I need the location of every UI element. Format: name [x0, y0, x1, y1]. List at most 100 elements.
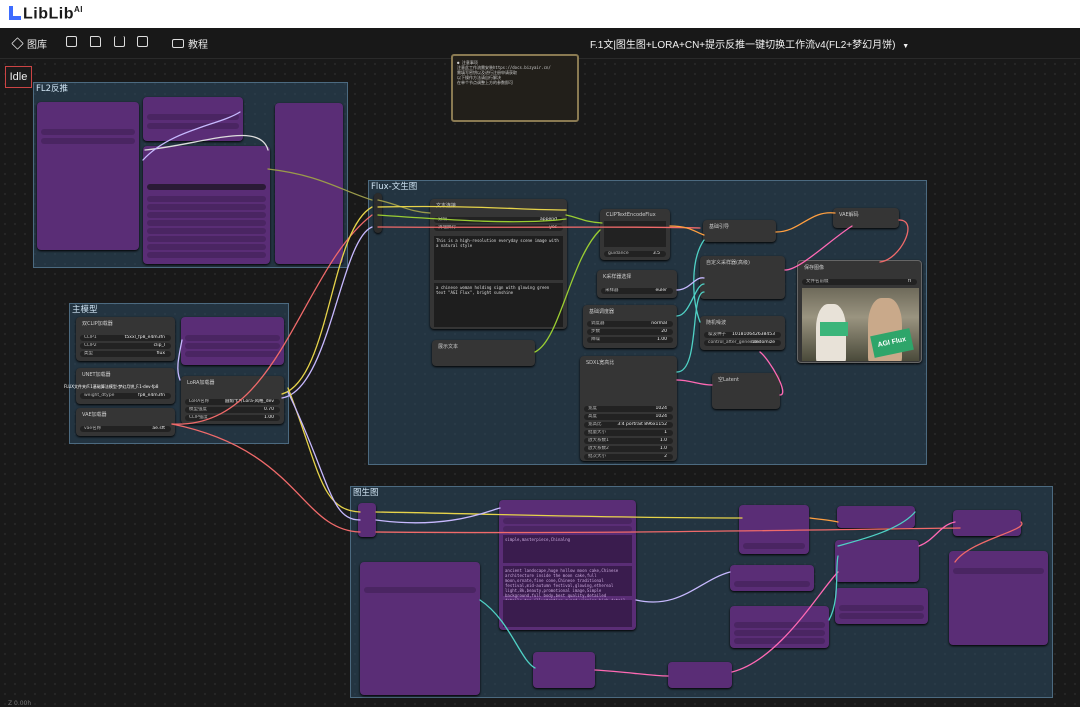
- param-value[interactable]: 0.70: [264, 407, 274, 413]
- i2i-vae-decode-node[interactable]: [953, 510, 1021, 536]
- param-value[interactable]: randomize: [751, 340, 775, 346]
- param-value[interactable]: ae.sft: [152, 426, 165, 432]
- param-label: guidance: [608, 251, 629, 256]
- param-value[interactable]: 圆角卡片Lora-风格_dev: [225, 399, 274, 405]
- i2i-textarea[interactable]: simple,masterpiece,Chinalng: [503, 535, 632, 563]
- i2i-scale-node[interactable]: [668, 662, 732, 688]
- fl2-caption-node[interactable]: [143, 146, 270, 264]
- node-title: 空Latent: [718, 377, 740, 383]
- param-value[interactable]: t5xxl_fp8_e4m3fn: [125, 335, 165, 341]
- param-value[interactable]: 1.0: [660, 438, 667, 444]
- prompt-textarea[interactable]: a chinese woman holding sign with glowin…: [434, 283, 563, 327]
- param-label: 降噪: [591, 337, 600, 342]
- open-folder-button[interactable]: [90, 36, 101, 47]
- fl2-load-image-node[interactable]: [37, 102, 139, 250]
- param-value[interactable]: 3.5: [653, 251, 660, 257]
- param-value[interactable]: yes: [549, 225, 557, 231]
- i2i-save-image-node[interactable]: [949, 551, 1048, 645]
- chevron-down-icon: ▼: [902, 43, 910, 50]
- node-title: CLIPTextEncodeFlux: [606, 212, 656, 218]
- i2i-vae-encode-node[interactable]: [533, 652, 595, 688]
- gallery-button[interactable]: 图库: [11, 36, 47, 51]
- tutorial-button[interactable]: 教程: [172, 36, 208, 51]
- workflow-title-dropdown[interactable]: F.1文|图生图+LORA+CN+提示反推一键切换工作流v4(FL2+梦幻月饼)…: [590, 36, 909, 51]
- sdxl-resolution-node[interactable]: SDXL宽高比 宽度 1024 高度 1024 宽高比 3:4 portrait 89…: [580, 356, 677, 461]
- vae-loader-node[interactable]: VAE加载器 vae名称 ae.sft: [76, 408, 175, 436]
- basic-guider-node[interactable]: 基础引导: [703, 220, 776, 242]
- i2i-ksampler-select-node[interactable]: [730, 565, 814, 591]
- param-value[interactable]: 1.00: [264, 415, 274, 421]
- param-value[interactable]: euler: [656, 288, 668, 294]
- empty-latent-node[interactable]: 空Latent: [712, 373, 780, 409]
- i2i-textarea[interactable]: [503, 600, 632, 627]
- param-value[interactable]: 101810642638453: [732, 332, 775, 338]
- param-value[interactable]: clip_l: [154, 343, 165, 349]
- param-value[interactable]: 1.0: [660, 446, 667, 452]
- param-label: 高度: [588, 414, 597, 419]
- note-node[interactable]: ● 注意事项 注意此工作流需安装https://docs.bizyair.cn/…: [451, 54, 579, 122]
- i2i-guider-node[interactable]: [837, 506, 915, 528]
- dual-clip-loader-node[interactable]: 双CLIP加载器 CLIP1 t5xxl_fp8_e4m3fn CLIP2 clip…: [76, 317, 175, 361]
- param-label: 噪波种子: [708, 332, 726, 337]
- param-value[interactable]: fl: [908, 279, 911, 285]
- show-text-node[interactable]: 展示文本: [432, 340, 535, 366]
- generated-image-preview[interactable]: AGI Flux: [802, 288, 919, 361]
- tutorial-label: 教程: [188, 40, 208, 51]
- unet-name-value[interactable]: FLUX文件夹/F.1基础算法模型-梦幻月饼_F.1-dev-fp8: [64, 384, 158, 389]
- param-value[interactable]: 20: [661, 329, 667, 335]
- i2i-noise-node[interactable]: [835, 588, 928, 624]
- new-file-icon: [66, 36, 77, 47]
- new-workflow-button[interactable]: [66, 36, 77, 47]
- liblib-logo[interactable]: LibLibAI: [9, 5, 83, 23]
- save-image-node[interactable]: 保存图像 文件名前缀 fl AGI Flux: [797, 260, 922, 363]
- i2i-sampler-node[interactable]: [835, 540, 919, 582]
- folder-icon: [90, 36, 101, 47]
- node-title: VAE加载器: [82, 412, 107, 418]
- param-value[interactable]: 1.00: [657, 337, 667, 343]
- i2i-clip-encode-node[interactable]: [739, 505, 809, 554]
- i2i-text-concat-node[interactable]: simple,masterpiece,Chinalng ancient land…: [499, 500, 636, 630]
- i2i-load-image-node[interactable]: [360, 562, 480, 695]
- custom-sampler-advanced-node[interactable]: 自定义采样器(高级): [700, 256, 785, 299]
- param-value[interactable]: 1024: [656, 406, 667, 412]
- param-label: 批量大小: [588, 430, 606, 435]
- param-label: vae名称: [84, 426, 102, 431]
- i2i-textarea[interactable]: ancient landscape,huge hollow moon cake,…: [503, 566, 632, 603]
- vae-decode-node[interactable]: VAE解码: [833, 208, 899, 228]
- param-value[interactable]: append: [540, 217, 557, 223]
- fl2-model-node[interactable]: [143, 97, 243, 141]
- random-noise-node[interactable]: 随机噪波 噪波种子 101810642638453 control_after_g…: [700, 316, 785, 350]
- note-text: ● 注意事项 注意此工作流需安装https://docs.bizyair.cn/…: [457, 60, 551, 85]
- clip-text-encode-flux-node[interactable]: CLIPTextEncodeFlux guidance 3.5: [600, 209, 670, 260]
- node-title: 双CLIP加载器: [82, 321, 113, 327]
- i2i-scheduler-node[interactable]: [730, 606, 829, 648]
- reroute-stack[interactable]: [374, 193, 382, 233]
- param-value[interactable]: 3:4 portrait 896x1152: [617, 422, 667, 428]
- param-value[interactable]: normal: [651, 321, 667, 327]
- sign-left: [820, 322, 848, 336]
- param-value[interactable]: 1: [664, 430, 667, 436]
- encode-textarea[interactable]: [604, 221, 666, 247]
- save-button[interactable]: [137, 36, 148, 47]
- ksampler-select-node[interactable]: K采样器选择 采样器 euler: [597, 270, 677, 298]
- node-title: K采样器选择: [603, 274, 632, 280]
- param-value[interactable]: 1024: [656, 414, 667, 420]
- param-label: 采样器: [605, 288, 619, 293]
- text-concat-node[interactable]: 文本连接 分隔 append 清理换行 yes This is a high-res…: [430, 199, 567, 329]
- param-label: 类型: [84, 351, 93, 356]
- unet-loader-node[interactable]: UNET加载器 FLUX文件夹/F.1基础算法模型-梦幻月饼_F.1-dev-f…: [64, 368, 175, 404]
- node-title: SDXL宽高比: [586, 360, 615, 366]
- param-value[interactable]: fp8_e4m3fn: [138, 393, 165, 399]
- workflow-title: F.1文|图生图+LORA+CN+提示反推一键切换工作流v4(FL2+梦幻月饼): [590, 40, 896, 51]
- param-value[interactable]: 2: [664, 454, 667, 460]
- basic-scheduler-node[interactable]: 基础调度器 调度器 normal 步数 20 降噪 1.00: [583, 305, 677, 348]
- lora-loader-node[interactable]: LoRA加载器 LoRA名称 圆角卡片Lora-风格_dev 模型强度 0.70 C…: [181, 376, 284, 424]
- reroute-stack-i2i[interactable]: [358, 503, 376, 537]
- param-value[interactable]: flux: [157, 351, 165, 357]
- node-title: UNET加载器: [82, 372, 111, 378]
- download-button[interactable]: [114, 36, 125, 47]
- muted-lora-node[interactable]: [181, 317, 284, 365]
- prompt-textarea[interactable]: This is a high-resolution everyday scene…: [434, 236, 563, 280]
- group-title: 主模型: [72, 305, 98, 315]
- fl2-show-text-node[interactable]: [275, 103, 343, 264]
